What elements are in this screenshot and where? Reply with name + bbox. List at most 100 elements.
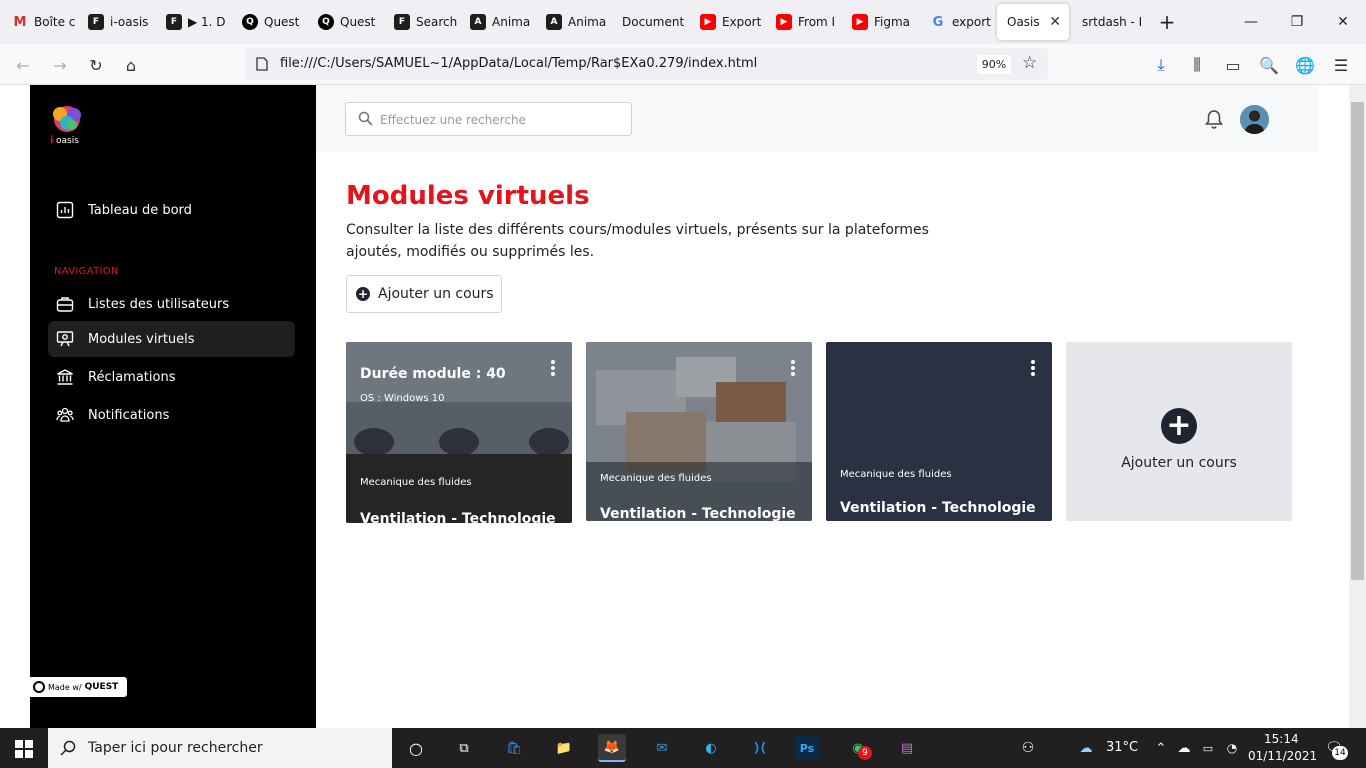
card-title: Ventilation - Technologie bbox=[360, 511, 556, 523]
figma-icon: A bbox=[546, 14, 562, 30]
users-icon bbox=[56, 407, 74, 422]
browser-tab[interactable]: ▶ Export bbox=[690, 4, 764, 40]
zoom-extension-icon[interactable]: 🔍 bbox=[1256, 52, 1282, 78]
wifi-icon[interactable]: ◔ bbox=[1218, 734, 1246, 762]
quest-icon bbox=[33, 681, 45, 693]
more-options-icon[interactable] bbox=[550, 360, 556, 376]
web-page: i oasis Tableau de bord NAVIGATION Liste… bbox=[0, 85, 1366, 728]
browser-tab[interactable]: F i-oasis bbox=[78, 4, 154, 40]
browser-tab[interactable]: F ▶ 1. D bbox=[156, 4, 232, 40]
avatar[interactable] bbox=[1240, 105, 1269, 134]
page-title: Modules virtuels bbox=[346, 181, 590, 211]
menu-icon[interactable]: ☰ bbox=[1328, 52, 1354, 78]
mail-icon[interactable]: ✉ bbox=[648, 734, 676, 762]
figma-icon: F bbox=[166, 14, 182, 30]
notification-center-icon[interactable]: 🗨 14 bbox=[1320, 734, 1348, 762]
more-options-icon[interactable] bbox=[790, 360, 796, 376]
browser-tab[interactable]: G export bbox=[920, 4, 994, 40]
weather-icon[interactable]: ☁ bbox=[1072, 734, 1100, 762]
briefcase-icon bbox=[56, 297, 74, 312]
sidebar-item-reclamations[interactable]: Réclamations bbox=[48, 359, 295, 395]
made-with-quest-badge[interactable]: Made w/ QUEST bbox=[28, 677, 127, 697]
store-icon[interactable]: 🛍 bbox=[500, 734, 528, 762]
url-bar[interactable]: file:///C:/Users/SAMUEL~1/AppData/Local/… bbox=[246, 48, 1048, 80]
search-box[interactable] bbox=[345, 102, 632, 136]
people-icon[interactable]: ⚇ bbox=[1014, 734, 1042, 762]
browser-tab[interactable]: srtdash - IC bbox=[1072, 4, 1142, 40]
svg-text:i: i bbox=[50, 135, 53, 145]
close-window-button[interactable]: ✕ bbox=[1320, 0, 1366, 44]
scrollbar-thumb[interactable] bbox=[1351, 102, 1364, 580]
oasis-logo: i oasis bbox=[50, 106, 81, 145]
firefox-icon[interactable]: 🦊 bbox=[598, 734, 626, 762]
weather-temperature[interactable]: 31°C bbox=[1106, 740, 1138, 755]
add-course-label: Ajouter un cours bbox=[378, 286, 494, 302]
quest-icon: Q bbox=[318, 14, 334, 30]
clock-time[interactable]: 15:14 bbox=[1264, 732, 1299, 746]
bell-icon[interactable] bbox=[1203, 108, 1225, 130]
course-card[interactable]: Durée module : 40 OS : Windows 10 Mecani… bbox=[346, 342, 572, 523]
add-course-card-label: Ajouter un cours bbox=[1121, 455, 1237, 471]
anima-icon: A bbox=[470, 14, 486, 30]
browser-tab[interactable]: Q Quest bbox=[232, 4, 308, 40]
browser-tab[interactable]: Document bbox=[612, 4, 690, 40]
winrar-icon[interactable]: ▤ bbox=[893, 734, 921, 762]
search-input[interactable] bbox=[380, 110, 620, 130]
nav-heading: NAVIGATION bbox=[54, 266, 119, 277]
cortana-icon[interactable]: ○ bbox=[402, 734, 430, 762]
browser-tab[interactable]: M Boîte c bbox=[2, 4, 76, 40]
vscode-icon[interactable]: ⟩⟨ bbox=[746, 734, 774, 762]
forward-icon[interactable]: → bbox=[47, 52, 73, 78]
browser-tab[interactable]: Q Quest bbox=[308, 4, 384, 40]
task-view-icon[interactable]: ⧉ bbox=[450, 734, 478, 762]
file-explorer-icon[interactable]: 📁 bbox=[550, 734, 578, 762]
browser-tab[interactable]: A Anima bbox=[536, 4, 612, 40]
library-icon[interactable]: ⫼ bbox=[1184, 52, 1210, 78]
browser-tab[interactable]: F Search bbox=[384, 4, 460, 40]
whatsapp-icon[interactable]: ◉ 9 bbox=[844, 734, 872, 762]
sidebar-item-label: Tableau de bord bbox=[88, 202, 192, 218]
course-card[interactable]: Mecanique des fluides Ventilation - Tech… bbox=[826, 342, 1052, 521]
card-category: Mecanique des fluides bbox=[840, 469, 952, 480]
clock-date[interactable]: 01/11/2021 bbox=[1248, 749, 1317, 763]
plus-circle-icon: + bbox=[1161, 408, 1197, 444]
zoom-level[interactable]: 90% bbox=[977, 55, 1011, 74]
restore-button[interactable]: ❐ bbox=[1274, 0, 1320, 44]
photoshop-icon[interactable]: Ps bbox=[795, 736, 819, 760]
back-icon[interactable]: ← bbox=[10, 52, 36, 78]
home-icon[interactable]: ⌂ bbox=[118, 52, 144, 78]
quest-icon: Q bbox=[242, 14, 258, 30]
chart-icon bbox=[56, 201, 74, 219]
download-icon[interactable]: ⤓ bbox=[1148, 52, 1174, 78]
browser-tab[interactable]: ▶ From I bbox=[766, 4, 840, 40]
edge-icon[interactable]: ◐ bbox=[697, 734, 725, 762]
file-icon bbox=[256, 57, 268, 71]
reload-icon[interactable]: ↻ bbox=[83, 52, 109, 78]
more-options-icon[interactable] bbox=[1030, 360, 1036, 376]
new-tab-button[interactable]: + bbox=[1145, 0, 1189, 44]
minimize-button[interactable]: — bbox=[1228, 0, 1274, 44]
page-description: Consulter la liste des différents cours/… bbox=[346, 222, 929, 260]
bookmark-star-icon[interactable]: ☆ bbox=[1022, 53, 1037, 73]
sidebar-item-users[interactable]: Listes des utilisateurs bbox=[48, 286, 295, 322]
sidebar-item-label: Modules virtuels bbox=[88, 331, 195, 347]
browser-tab-active[interactable]: Oasis ✕ bbox=[997, 4, 1069, 40]
sidebar-item-modules[interactable]: Modules virtuels bbox=[48, 321, 295, 357]
google-icon: G bbox=[932, 14, 944, 30]
card-duration: Durée module : 40 bbox=[360, 366, 506, 382]
add-course-button[interactable]: + Ajouter un cours bbox=[346, 275, 502, 313]
add-course-card[interactable]: + Ajouter un cours bbox=[1066, 342, 1292, 521]
windows-taskbar: Taper ici pour rechercher ○ ⧉ 🛍 📁 🦊 ✉ ◐ … bbox=[0, 728, 1366, 768]
url-text: file:///C:/Users/SAMUEL~1/AppData/Local/… bbox=[280, 56, 758, 71]
sidebar-toggle-icon[interactable]: ▭ bbox=[1220, 52, 1246, 78]
windows-start-icon[interactable] bbox=[15, 740, 33, 758]
course-card[interactable]: Mecanique des fluides Ventilation - Tech… bbox=[586, 342, 812, 521]
taskbar-search[interactable]: Taper ici pour rechercher bbox=[48, 728, 392, 768]
sidebar-item-notifications[interactable]: Notifications bbox=[48, 397, 295, 433]
browser-tab[interactable]: ▶ Figma bbox=[842, 4, 916, 40]
close-tab-icon[interactable]: ✕ bbox=[1049, 14, 1061, 30]
figma-icon: F bbox=[88, 14, 104, 30]
browser-tab[interactable]: A Anima bbox=[460, 4, 536, 40]
sidebar-item-dashboard[interactable]: Tableau de bord bbox=[48, 192, 295, 228]
extension-globe-icon[interactable]: 🌐 bbox=[1292, 52, 1318, 78]
